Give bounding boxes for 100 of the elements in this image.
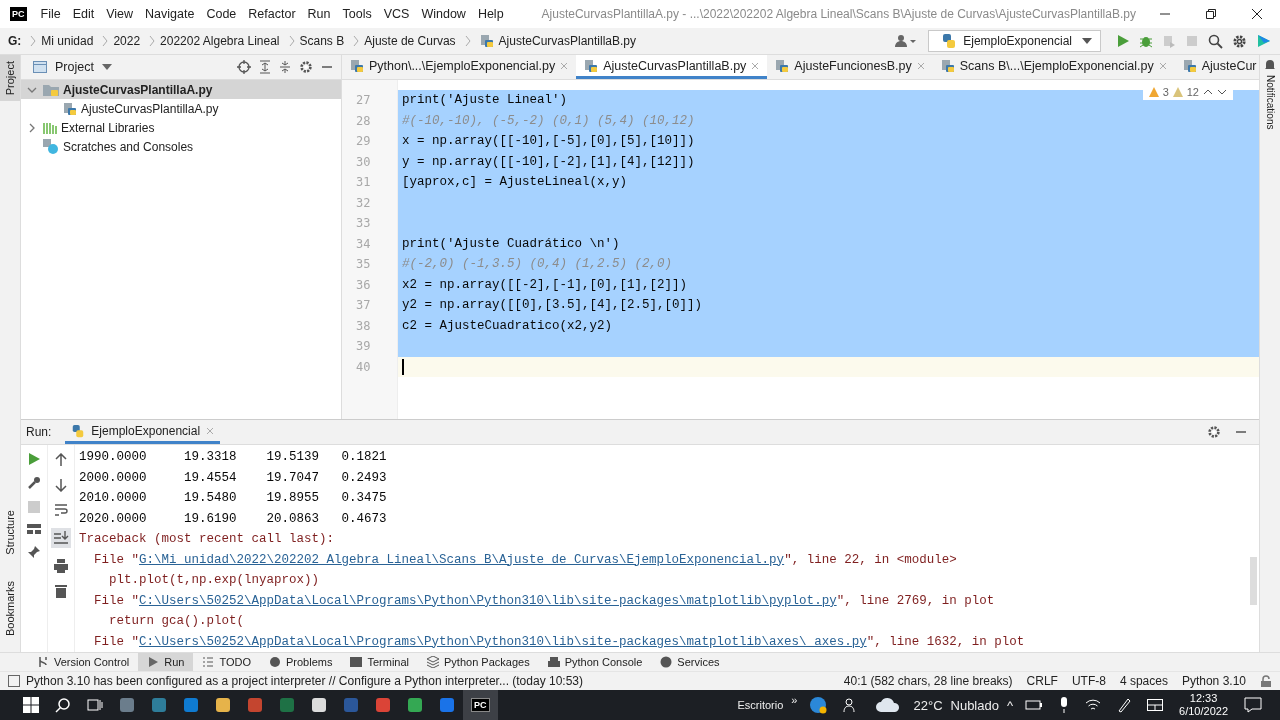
trash-icon[interactable] bbox=[55, 584, 67, 598]
menu-item[interactable]: Tools bbox=[342, 7, 372, 21]
keyboard-icon[interactable] bbox=[1147, 699, 1164, 711]
status-item[interactable]: Python 3.10 bbox=[1181, 674, 1246, 688]
tree-item[interactable]: AjusteCurvasPlantillaA.py bbox=[21, 80, 341, 99]
panel-toggle-icon[interactable] bbox=[8, 675, 20, 687]
app-icon[interactable] bbox=[407, 697, 423, 713]
wrench-icon[interactable] bbox=[27, 476, 41, 490]
editor-tab[interactable]: Python\...\EjemploExponencial.py bbox=[342, 55, 577, 79]
side-tool-tab[interactable]: Notifications bbox=[1260, 55, 1280, 134]
rerun-icon[interactable] bbox=[28, 453, 40, 465]
breadcrumb-item[interactable]: AjusteCurvasPlantillaB.py bbox=[498, 34, 636, 48]
notification-icon[interactable] bbox=[1244, 697, 1262, 713]
tool-window-tab[interactable]: Version Control bbox=[28, 653, 139, 671]
cloud-icon[interactable] bbox=[875, 697, 902, 713]
file-link[interactable]: C:\Users\50252\AppData\Local\Programs\Python\Python310\lib\site-packages\matplotlib\axes\_axes.py bbox=[139, 634, 867, 649]
file-link[interactable]: G:\Mi unidad\2022\202202 Algebra Lineal\Scans B\Ajuste de Curvas\EjemploExponencial.py bbox=[139, 552, 785, 567]
clock-date[interactable]: 6/10/2022 bbox=[1179, 705, 1228, 718]
search-icon[interactable] bbox=[1208, 33, 1223, 49]
tool-window-tab[interactable]: Problems bbox=[260, 653, 342, 671]
battery-icon[interactable] bbox=[1025, 699, 1044, 711]
menu-item[interactable]: Code bbox=[206, 7, 237, 21]
tool-window-tab[interactable]: Terminal bbox=[341, 653, 419, 671]
user-icon[interactable] bbox=[895, 34, 918, 48]
tree-item[interactable]: AjusteCurvasPlantillaA.py bbox=[21, 99, 341, 118]
dropdown-icon[interactable] bbox=[101, 64, 112, 70]
tree-item[interactable]: External Libraries bbox=[21, 118, 341, 137]
console-tab[interactable]: EjemploExponencial bbox=[65, 420, 221, 444]
panel-title[interactable]: Project bbox=[55, 60, 94, 74]
close-icon[interactable] bbox=[1251, 8, 1263, 20]
tray-arrow[interactable]: ^ bbox=[1006, 697, 1014, 713]
plugin-logo-icon[interactable] bbox=[1256, 33, 1272, 49]
menu-item[interactable]: Edit bbox=[72, 7, 95, 21]
status-item[interactable]: CRLF bbox=[1026, 674, 1058, 688]
restore-icon[interactable] bbox=[1205, 8, 1217, 20]
editor-tab[interactable]: AjusteFuncionesB.py bbox=[767, 55, 933, 79]
menu-item[interactable]: Window bbox=[421, 7, 466, 21]
tree-item[interactable]: Scratches and Consoles bbox=[21, 137, 341, 156]
clock-time[interactable]: 12:33 bbox=[1189, 692, 1218, 705]
wifi-icon[interactable] bbox=[1085, 698, 1102, 712]
scrollbar[interactable] bbox=[1250, 557, 1257, 605]
microphone-icon[interactable] bbox=[1059, 697, 1070, 713]
menu-item[interactable]: Help bbox=[477, 7, 504, 21]
settings-icon[interactable] bbox=[1232, 33, 1247, 49]
breadcrumb-item[interactable]: 202202 Algebra Lineal bbox=[160, 34, 280, 48]
breadcrumb-item[interactable]: Ajuste de Curvas bbox=[364, 34, 456, 48]
layout-icon[interactable] bbox=[27, 524, 41, 534]
breadcrumb-item[interactable]: G: bbox=[8, 34, 22, 48]
side-tool-tab[interactable]: Bookmarks bbox=[0, 574, 20, 642]
menu-item[interactable]: Navigate bbox=[145, 7, 195, 21]
editor-tab[interactable]: AjusteCur bbox=[1174, 55, 1259, 79]
search-icon[interactable] bbox=[55, 697, 71, 713]
status-item[interactable]: 4 spaces bbox=[1119, 674, 1168, 688]
expand-all-icon[interactable] bbox=[259, 60, 271, 74]
inspection-widget[interactable]: 3 12 bbox=[1142, 84, 1233, 100]
menu-item[interactable]: Run bbox=[307, 7, 331, 21]
settings-icon[interactable] bbox=[1207, 425, 1221, 439]
run-configuration-dropdown[interactable]: EjemploExponencial bbox=[928, 30, 1101, 52]
app-icon[interactable] bbox=[311, 697, 327, 713]
target-icon[interactable] bbox=[237, 60, 251, 74]
down-arrow-icon[interactable] bbox=[55, 478, 67, 492]
status-message[interactable]: Python 3.10 has been configured as a project interpreter // Configure a Python interpreter... (today 10:53) bbox=[26, 674, 583, 688]
lock-icon[interactable] bbox=[1260, 675, 1272, 687]
editor-tab[interactable]: AjusteCurvasPlantillaB.py bbox=[576, 55, 768, 79]
help-icon[interactable] bbox=[809, 696, 828, 714]
up-chevron-icon[interactable] bbox=[1203, 89, 1213, 95]
editor-tab[interactable]: Scans B\...\EjemploExponencial.py bbox=[932, 55, 1175, 79]
menu-item[interactable]: VCS bbox=[383, 7, 410, 21]
run-icon[interactable] bbox=[1116, 34, 1130, 48]
status-item[interactable]: UTF-8 bbox=[1071, 674, 1106, 688]
print-icon[interactable] bbox=[54, 559, 68, 573]
bug-icon[interactable] bbox=[1139, 34, 1153, 48]
menu-item[interactable]: Refactor bbox=[248, 7, 296, 21]
down-chevron-icon[interactable] bbox=[1217, 89, 1227, 95]
soft-wrap-icon[interactable] bbox=[54, 503, 68, 517]
pin-icon[interactable] bbox=[27, 545, 41, 559]
pen-icon[interactable] bbox=[1117, 697, 1132, 713]
app-icon[interactable] bbox=[215, 697, 231, 713]
collapse-all-icon[interactable] bbox=[279, 60, 291, 74]
toolbar-label[interactable]: Escritorio bbox=[737, 699, 784, 711]
side-tool-tab[interactable]: Structure bbox=[0, 504, 20, 561]
tool-window-tab[interactable]: Python Console bbox=[538, 653, 652, 671]
task-view-icon[interactable] bbox=[87, 697, 103, 713]
breadcrumb-item[interactable]: Mi unidad bbox=[41, 34, 94, 48]
menu-item[interactable]: File bbox=[40, 7, 61, 21]
breadcrumb-item[interactable]: Scans B bbox=[299, 34, 345, 48]
windows-start-icon[interactable] bbox=[23, 697, 39, 713]
tool-window-tab[interactable]: Run bbox=[138, 653, 194, 671]
up-arrow-icon[interactable] bbox=[55, 453, 67, 467]
weather-label[interactable]: Nublado bbox=[950, 697, 999, 713]
tool-window-tab[interactable]: TODO bbox=[193, 653, 260, 671]
menu-item[interactable]: View bbox=[106, 7, 134, 21]
file-link[interactable]: C:\Users\50252\AppData\Local\Programs\Python\Python310\lib\site-packages\matplotlib\pyplot.py bbox=[139, 593, 837, 608]
tool-window-tab[interactable]: Services bbox=[651, 653, 729, 671]
tool-window-tab[interactable]: Python Packages bbox=[418, 653, 539, 671]
scroll-to-end-icon[interactable] bbox=[51, 528, 71, 548]
temperature[interactable]: 22°C bbox=[913, 697, 943, 713]
overflow-chevron[interactable]: » bbox=[791, 694, 798, 706]
settings-icon[interactable] bbox=[299, 60, 313, 74]
status-item[interactable]: 40:1 (582 chars, 28 line breaks) bbox=[843, 674, 1013, 688]
